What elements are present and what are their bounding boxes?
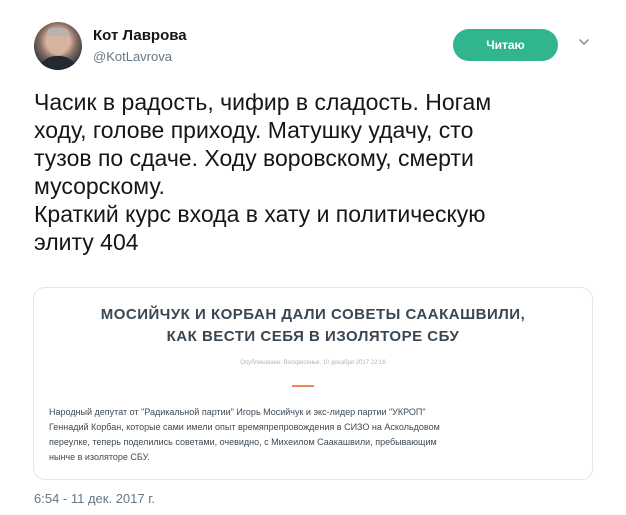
card-body-line: Народный депутат от "Радикальной партии"… — [49, 407, 426, 417]
card-body-line: нынче в изоляторе СБУ. — [49, 452, 150, 462]
card-body: Народный депутат от "Радикальной партии"… — [49, 405, 569, 465]
link-card[interactable]: МОСИЙЧУК И КОРБАН ДАЛИ СОВЕТЫ СААКАШВИЛИ… — [33, 287, 593, 480]
tweet-timestamp[interactable]: 6:54 - 11 дек. 2017 г. — [34, 491, 155, 506]
avatar[interactable] — [34, 22, 82, 70]
card-meta: Опубликовано: Воскресенье, 10 декабря 20… — [240, 360, 386, 366]
avatar-hair — [47, 28, 69, 36]
card-body-line: Геннадий Корбан, которые сами имели опыт… — [49, 422, 440, 432]
card-title: МОСИЙЧУК И КОРБАН ДАЛИ СОВЕТЫ СААКАШВИЛИ… — [34, 304, 592, 348]
tweet-line: Краткий курс входа в хату и политическую — [34, 201, 486, 227]
user-handle[interactable]: @KotLavrova — [93, 49, 172, 64]
user-name[interactable]: Кот Лаврова — [93, 27, 187, 44]
card-title-line: МОСИЙЧУК И КОРБАН ДАЛИ СОВЕТЫ СААКАШВИЛИ… — [100, 306, 526, 323]
card-divider — [292, 385, 314, 387]
tweet-line: ходу, голове приходу. Матушку удачу, сто — [34, 117, 474, 143]
card-title-line: КАК ВЕСТИ СЕБЯ В ИЗОЛЯТОРЕ СБУ — [166, 328, 460, 345]
avatar-suit — [38, 56, 78, 70]
tweet-line: Часик в радость, чифир в сладость. Ногам — [34, 89, 492, 115]
follow-button[interactable]: Читаю — [453, 29, 558, 61]
tweet-line: мусорскому. — [34, 173, 165, 199]
card-body-line: переулке, теперь поделились советами, оч… — [49, 437, 437, 447]
tweet-line: элиту 404 — [34, 229, 139, 255]
chevron-down-icon[interactable] — [578, 37, 590, 47]
tweet-line: тузов по сдаче. Ходу воровскому, смерти — [34, 145, 474, 171]
tweet-text: Часик в радость, чифир в сладость. Ногам… — [34, 88, 594, 256]
